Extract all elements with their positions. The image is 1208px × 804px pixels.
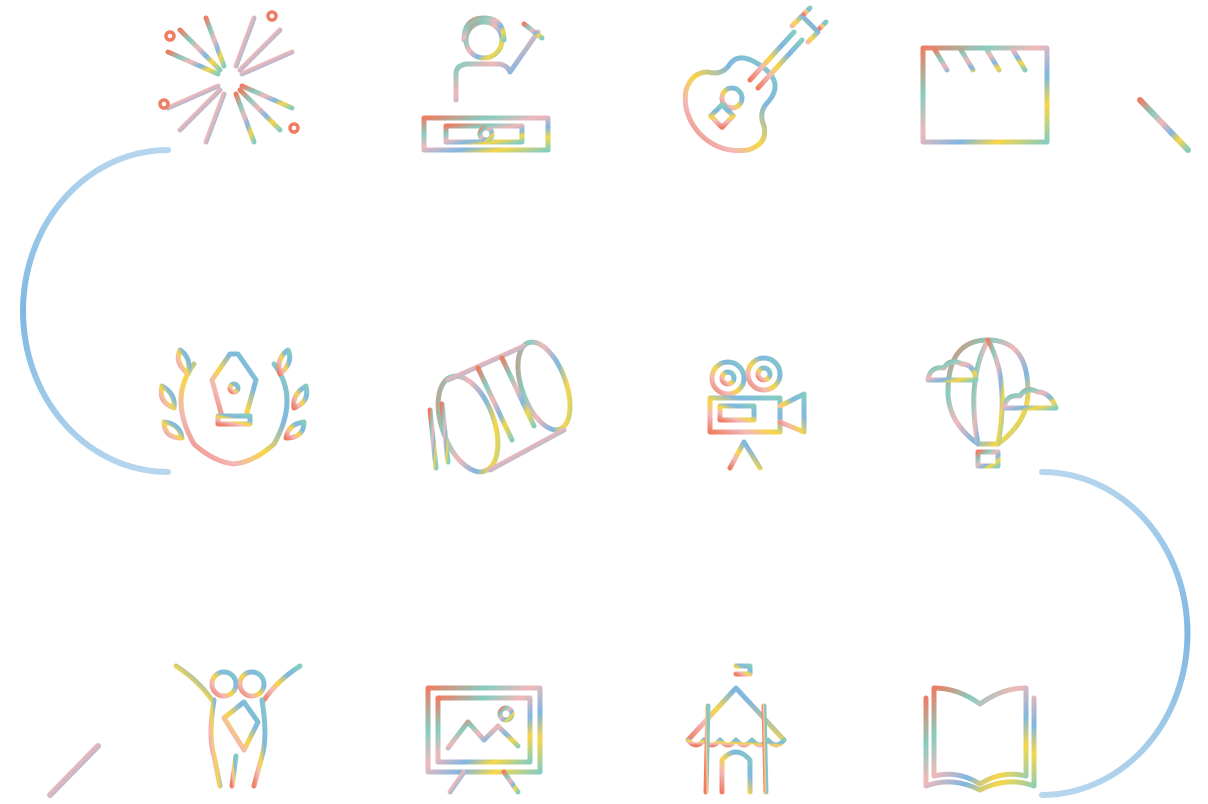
fountain-pen-award-icon — [158, 347, 310, 467]
circus-tent-icon — [679, 663, 793, 795]
road-top-end-marker — [1137, 97, 1191, 153]
dj-icon — [421, 15, 551, 153]
guitar-icon — [682, 5, 829, 154]
open-book-icon — [923, 685, 1037, 793]
entertainment-road-illustration — [20, 5, 1191, 798]
fireworks-icon — [157, 9, 303, 153]
clapperboard-icon — [920, 45, 1050, 145]
hot-air-balloon-icon — [925, 337, 1059, 469]
movie-camera-icon — [699, 355, 807, 471]
road-left-curve — [20, 147, 171, 475]
painting-easel-icon — [425, 673, 543, 795]
drum-icon — [427, 339, 573, 475]
road-right-curve — [1039, 469, 1191, 798]
road-bottom-start-marker — [47, 743, 101, 798]
dancers-icon — [173, 663, 303, 789]
